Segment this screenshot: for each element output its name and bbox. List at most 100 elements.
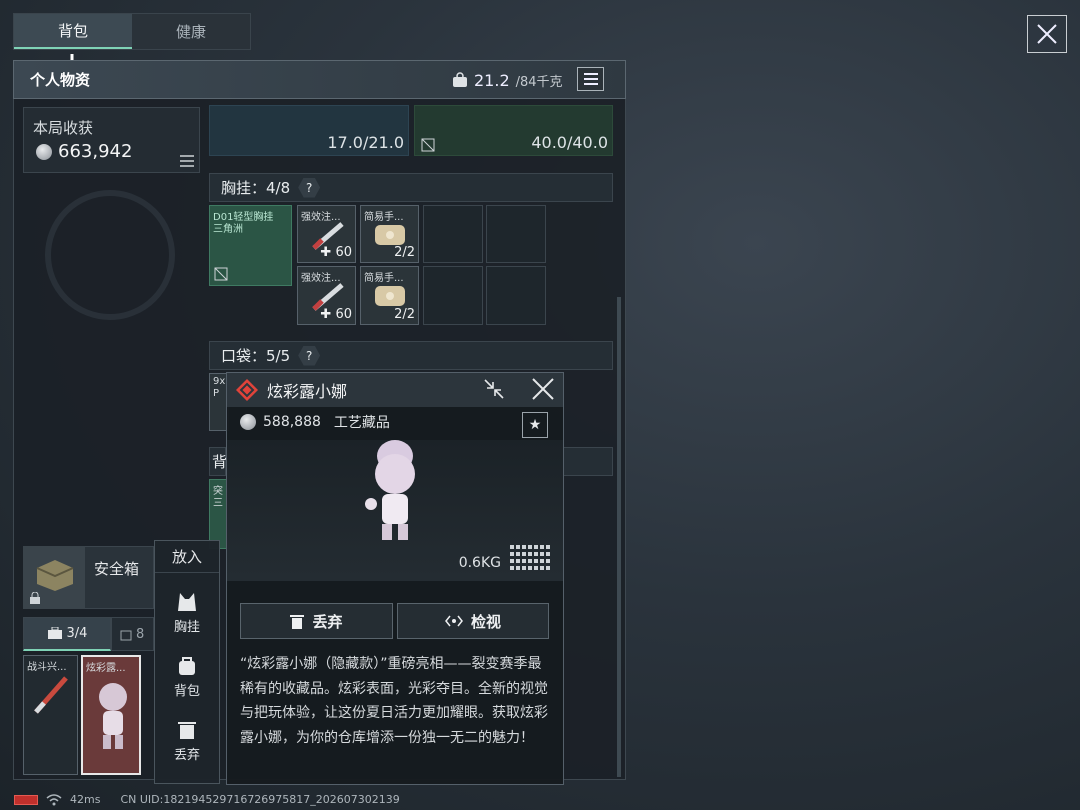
safebox-icon [36,560,74,591]
pockets-header: 口袋：5/5 ? [209,341,613,370]
item-name: 战斗兴... [27,662,67,673]
star-icon: ★ [528,417,542,433]
item-name: 三 [213,498,223,509]
backpack-item[interactable]: 突 三 [209,479,227,549]
safe-item-selected[interactable]: 炫彩露... [81,655,141,775]
tab-backpack[interactable]: 背包 [14,14,132,49]
tab-safe-items[interactable]: 3/4 [23,617,111,651]
sort-list-button[interactable] [577,67,604,91]
tab-health[interactable]: 健康 [132,14,250,49]
trash-icon [290,614,305,629]
close-button[interactable] [1027,15,1067,53]
armor-durability: 17.0/21.0 [327,133,404,152]
discard-button[interactable]: 丢弃 [240,603,393,639]
menu-item-label: 胸挂 [173,620,200,635]
inspect-label: 检视 [470,612,501,631]
item-name: P [213,388,220,399]
empty-slot[interactable] [423,266,483,325]
close-icon [1037,24,1057,44]
empty-slot[interactable] [486,266,546,325]
put-in-menu: 放入 胸挂 背包 丢弃 [154,540,220,784]
safebox-slot [23,546,85,609]
favorite-button[interactable]: ★ [522,412,548,438]
backpack-header-right [563,447,613,476]
empty-slot[interactable] [423,205,483,263]
collapse-icon[interactable] [483,378,505,400]
grid-item[interactable]: 强效注... ✚ 60 [297,205,356,263]
chest-rig-header: 胸挂：4/8 ? [209,173,613,202]
no-insure-icon [214,267,228,281]
top-tab-bar: 背包 健康 [13,13,251,50]
harvest-amount: 663,942 [58,141,133,162]
list-icon[interactable] [180,155,194,167]
help-icon[interactable]: ? [298,345,321,366]
item-description: “炫彩露小娜（隐藏款）”重磅亮相——裂变赛季最稀有的收藏品。炫彩表面，光彩夺目。… [240,656,548,746]
item-qty: 2/2 [394,245,415,260]
safe-item[interactable]: 战斗兴... [23,655,78,775]
help-icon[interactable]: ? [298,177,321,198]
backpack-slot[interactable]: 40.0/40.0 [414,105,613,156]
weight-current: 21.2 [474,70,510,90]
menu-item-backpack[interactable]: 背包 [155,655,219,699]
menu-title: 放入 [155,541,219,573]
menu-item-label: 背包 [173,684,200,699]
item-name: 9x [213,376,226,387]
faction-emblem [45,190,175,320]
vest-icon [178,593,196,611]
harvest-value: 663,942 [36,141,132,162]
backpack-durability: 40.0/40.0 [531,133,608,152]
no-insure-icon [421,138,435,152]
popup-header: 炫彩露小娜 [227,373,563,407]
empty-slot[interactable] [486,205,546,263]
chest-rig-item[interactable]: D01轻型胸挂 三角洲 [209,205,292,286]
popup-title: 炫彩露小娜 [267,382,348,401]
item-name: 炫彩露... [86,663,126,674]
grid-item[interactable]: 强效注... ✚ 60 [297,266,356,325]
wifi-icon [46,793,62,805]
size-grid-icon [510,545,550,570]
inspect-icon [445,615,463,627]
item-qty: ✚ 60 [320,307,352,322]
armor-slot[interactable]: 17.0/21.0 [209,105,409,156]
harvest-title: 本局收获 [33,119,94,137]
grid-item[interactable]: 简易手... 2/2 [360,205,419,263]
ping: 42ms [70,793,101,806]
tab-count: 8 [136,626,145,642]
lock-icon [30,592,40,604]
close-icon[interactable] [531,377,555,401]
menu-item-chest-rig[interactable]: 胸挂 [155,591,219,635]
list-icon [583,73,598,85]
pockets-label: 口袋：5/5 [221,347,291,365]
status-bar: 42ms CN UID:182194529716726975817_202607… [14,793,400,806]
backpack-icon [179,657,195,675]
price-row: 588,888 工艺藏品 [240,412,390,432]
item-qty: 2/2 [394,307,415,322]
case-icon [120,630,132,640]
chest-rig-label: 胸挂：4/8 [221,179,291,197]
tab-other[interactable]: 8 [111,617,154,651]
user-uid: CN UID:182194529716726975817_20260730213… [120,793,400,806]
bandage-icon [375,286,405,306]
backpack-label: 背 [212,453,228,471]
inspect-button[interactable]: 检视 [397,603,549,639]
briefcase-icon [47,627,62,639]
weight-icon [453,72,467,87]
item-category: 工艺藏品 [333,415,390,431]
weight-max: /84千克 [515,74,563,90]
trash-icon [178,722,196,739]
menu-item-label: 丢弃 [173,748,200,763]
safebox-tabs: 3/4 8 [23,617,154,651]
backpack-header: 背 [209,447,228,476]
injector-icon [34,676,68,714]
item-name: 简易手... [364,273,404,284]
menu-item-discard[interactable]: 丢弃 [155,719,219,763]
battery-icon [14,794,38,805]
tab-count: 3/4 [66,626,88,641]
safebox-label: 安全箱 [94,560,140,578]
rarity-diamond-icon [236,379,258,401]
item-weight: 0.6KG [458,555,501,571]
figurine-image [365,440,415,540]
scrollbar[interactable] [617,297,621,777]
grid-item[interactable]: 简易手... 2/2 [360,266,419,325]
item-price: 588,888 [263,414,321,430]
